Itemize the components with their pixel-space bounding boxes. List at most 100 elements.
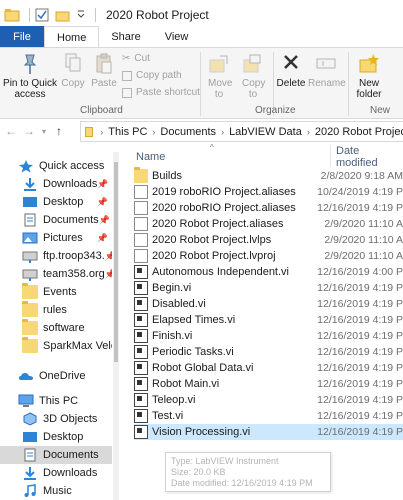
network-drive-icon bbox=[22, 249, 38, 263]
recent-locations-icon[interactable]: ▾ bbox=[38, 127, 50, 136]
file-row[interactable]: Finish.vi 12/16/2019 4:19 P bbox=[134, 328, 403, 344]
copy-to-icon bbox=[238, 52, 268, 78]
pin-icon[interactable]: 📌 bbox=[105, 269, 112, 280]
new-folder-quick-icon[interactable] bbox=[55, 7, 71, 23]
nav-item-rules[interactable]: rules bbox=[0, 301, 112, 319]
nav-item-downloads[interactable]: Downloads 📌 bbox=[0, 175, 112, 193]
chevron-right-icon[interactable]: › bbox=[152, 127, 155, 137]
pin-icon bbox=[2, 52, 58, 78]
chevron-right-icon[interactable]: › bbox=[307, 127, 310, 137]
nav-item-3d-objects[interactable]: 3D Objects bbox=[0, 410, 112, 428]
file-row[interactable]: Begin.vi 12/16/2019 4:19 P bbox=[134, 280, 403, 296]
download-icon bbox=[22, 177, 38, 191]
3d-objects-icon bbox=[22, 412, 38, 426]
music-icon bbox=[22, 484, 38, 498]
nav-item-downloads-pc[interactable]: Downloads bbox=[0, 464, 112, 482]
copy-path-button[interactable]: Copy path bbox=[122, 70, 182, 81]
paste-icon bbox=[89, 52, 119, 78]
nav-item-desktop[interactable]: Desktop 📌 bbox=[0, 193, 112, 211]
breadcrumb-documents[interactable]: Documents bbox=[160, 126, 216, 138]
document-icon bbox=[134, 217, 148, 231]
rename-button[interactable]: Rename bbox=[308, 52, 346, 89]
file-row[interactable]: 2019 roboRIO Project.aliases 10/24/2019 … bbox=[134, 184, 403, 200]
file-row[interactable]: Teleop.vi 12/16/2019 4:19 P bbox=[134, 392, 403, 408]
scissors-icon: ✂ bbox=[122, 53, 131, 64]
nav-item-this-pc[interactable]: This PC bbox=[0, 392, 112, 410]
file-row[interactable]: Autonomous Independent.vi 12/16/2019 4:0… bbox=[134, 264, 403, 280]
file-row[interactable]: Elapsed Times.vi 12/16/2019 4:19 P bbox=[134, 312, 403, 328]
nav-item-sparkmax[interactable]: SparkMax Veloci bbox=[0, 337, 112, 355]
nav-item-onedrive[interactable]: OneDrive bbox=[0, 367, 112, 385]
new-folder-icon bbox=[352, 52, 386, 78]
pin-icon[interactable]: 📌 bbox=[97, 197, 108, 208]
document-icon bbox=[134, 201, 148, 215]
breadcrumb-labview-data[interactable]: LabVIEW Data bbox=[229, 126, 302, 138]
nav-item-quick-access[interactable]: Quick access bbox=[0, 157, 112, 175]
forward-arrow-icon[interactable]: → bbox=[20, 124, 38, 138]
tab-file[interactable]: File bbox=[0, 26, 44, 48]
chevron-right-icon[interactable]: › bbox=[100, 127, 103, 137]
folder-icon bbox=[22, 319, 38, 335]
nav-item-music[interactable]: Music bbox=[0, 482, 112, 500]
move-to-button[interactable]: Move to bbox=[204, 52, 234, 100]
tab-view[interactable]: View bbox=[153, 26, 201, 48]
delete-button[interactable]: Delete bbox=[275, 52, 307, 89]
file-row[interactable]: Periodic Tasks.vi 12/16/2019 4:19 P bbox=[134, 344, 403, 360]
desktop-icon bbox=[22, 195, 38, 209]
paste-shortcut-button[interactable]: Paste shortcut bbox=[122, 87, 200, 98]
properties-icon[interactable] bbox=[34, 7, 50, 23]
tooltip-type: Type: LabVIEW Instrument bbox=[171, 456, 279, 466]
network-drive-icon bbox=[22, 267, 38, 281]
tab-share[interactable]: Share bbox=[99, 26, 152, 48]
folder-icon bbox=[22, 283, 38, 299]
nav-item-software[interactable]: software bbox=[0, 319, 112, 337]
file-list: ^ Name Date modified Builds 2/8/2020 9:1… bbox=[120, 143, 403, 500]
pin-icon[interactable]: 📌 bbox=[99, 215, 110, 226]
breadcrumb-this-pc[interactable]: This PC bbox=[108, 126, 147, 138]
file-row[interactable]: 2020 roboRIO Project.aliases 12/16/2019 … bbox=[134, 200, 403, 216]
paste-shortcut-icon bbox=[122, 87, 132, 98]
file-row[interactable]: 2020 Robot Project.aliases 2/9/2020 11:1… bbox=[134, 216, 403, 232]
file-row[interactable]: 2020 Robot Project.lvlps 2/9/2020 11:10 … bbox=[134, 232, 403, 248]
folder-icon bbox=[85, 126, 94, 137]
file-row[interactable]: Robot Main.vi 12/16/2019 4:19 P bbox=[134, 376, 403, 392]
nav-item-ftp-troop343[interactable]: ftp.troop343. 📌 bbox=[0, 247, 112, 265]
scrollbar-thumb[interactable] bbox=[114, 162, 118, 362]
copy-to-button[interactable]: Copy to bbox=[238, 52, 268, 100]
file-row[interactable]: Disabled.vi 12/16/2019 4:19 P bbox=[134, 296, 403, 312]
nav-item-documents[interactable]: Documents 📌 bbox=[0, 211, 112, 229]
column-header-name[interactable]: Name bbox=[136, 147, 165, 167]
file-row[interactable]: Builds 2/8/2020 9:18 AM bbox=[134, 167, 403, 184]
up-arrow-icon[interactable]: ↑ bbox=[50, 124, 68, 138]
nav-item-documents-pc[interactable]: Documents bbox=[0, 446, 112, 464]
chevron-right-icon[interactable]: › bbox=[221, 127, 224, 137]
breadcrumb-2020-robot-project[interactable]: 2020 Robot Project bbox=[315, 126, 403, 138]
new-group-label: New bbox=[370, 105, 391, 116]
nav-item-pictures[interactable]: Pictures 📌 bbox=[0, 229, 112, 247]
new-folder-button[interactable]: New folder bbox=[352, 52, 386, 100]
cut-button[interactable]: ✂ Cut bbox=[122, 53, 150, 64]
file-row[interactable]: Robot Global Data.vi 12/16/2019 4:19 P bbox=[134, 360, 403, 376]
file-row[interactable]: Test.vi 12/16/2019 4:19 P bbox=[134, 408, 403, 424]
pin-icon[interactable]: 📌 bbox=[105, 251, 112, 262]
column-header-date-modified[interactable]: Date modified bbox=[336, 145, 403, 169]
back-arrow-icon[interactable]: ← bbox=[2, 124, 20, 138]
folder-icon bbox=[22, 337, 38, 353]
pin-icon[interactable]: 📌 bbox=[97, 179, 108, 190]
nav-item-events[interactable]: Events bbox=[0, 283, 112, 301]
nav-item-desktop-pc[interactable]: Desktop bbox=[0, 428, 112, 446]
rename-icon bbox=[308, 52, 344, 78]
address-bar[interactable]: › This PC › Documents › LabVIEW Data › 2… bbox=[80, 121, 403, 142]
nav-item-team358[interactable]: team358.org 📌 bbox=[0, 265, 112, 283]
pin-to-quick-access-button[interactable]: Pin to Quick access bbox=[2, 52, 58, 100]
file-row-selected[interactable]: Vision Processing.vi 12/16/2019 4:19 P bbox=[134, 424, 403, 440]
file-row[interactable]: 2020 Robot Project.lvproj 2/9/2020 11:10… bbox=[134, 248, 403, 264]
customize-quick-access-icon[interactable] bbox=[76, 7, 86, 23]
tab-home[interactable]: Home bbox=[44, 26, 100, 48]
paste-button[interactable]: Paste bbox=[89, 52, 119, 89]
file-info-tooltip: Type: LabVIEW Instrument Size: 20.0 KB D… bbox=[165, 452, 331, 492]
pin-icon[interactable]: 📌 bbox=[97, 233, 108, 244]
navigation-pane-scrollbar[interactable] bbox=[113, 152, 119, 500]
copy-button[interactable]: Copy bbox=[58, 52, 88, 89]
folder-icon bbox=[4, 7, 20, 23]
